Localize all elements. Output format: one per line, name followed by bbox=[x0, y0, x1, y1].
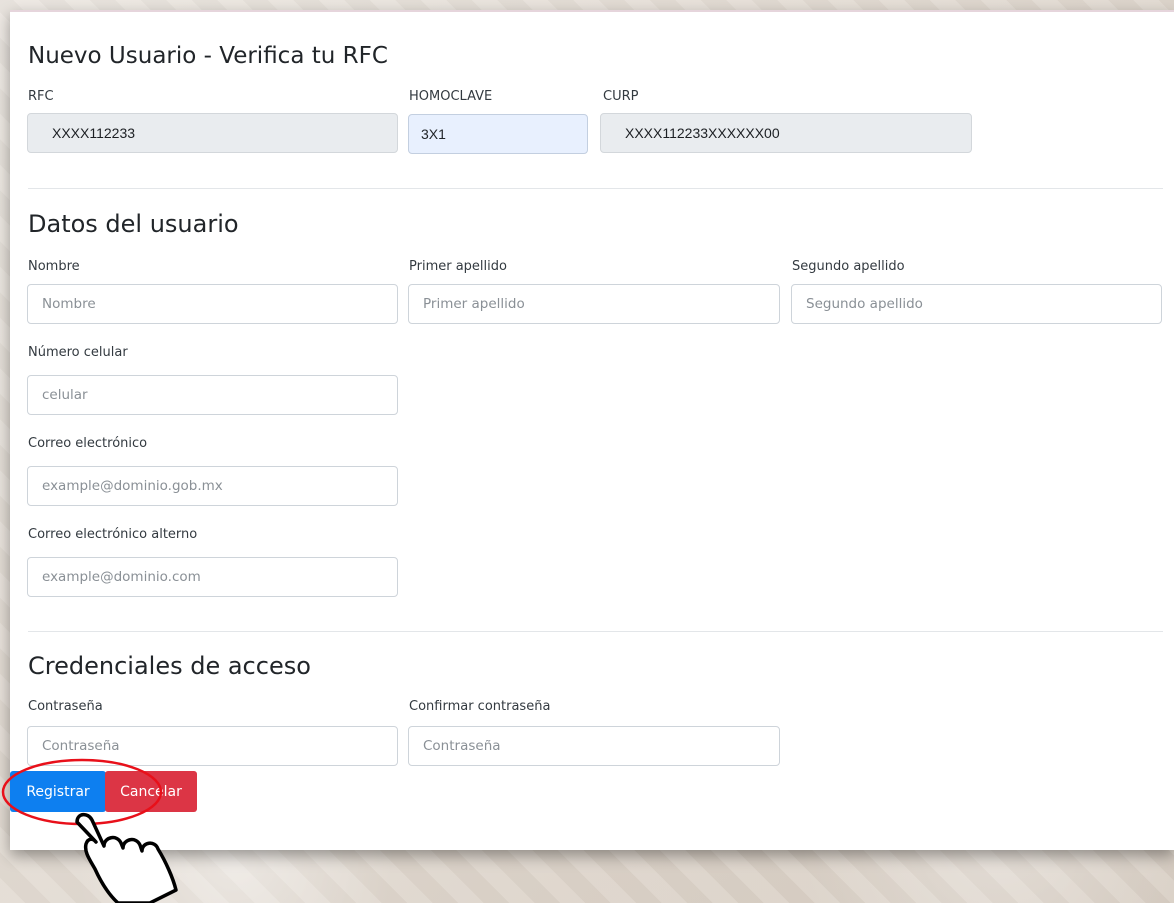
section-divider bbox=[28, 631, 1163, 632]
password-label: Contraseña bbox=[28, 699, 103, 714]
credentials-heading: Credenciales de acceso bbox=[28, 652, 311, 680]
section-divider bbox=[28, 188, 1163, 189]
user-data-heading: Datos del usuario bbox=[28, 210, 239, 238]
confirm-password-label: Confirmar contraseña bbox=[409, 699, 551, 714]
primer-apellido-input[interactable] bbox=[408, 284, 780, 324]
correo-alterno-input[interactable] bbox=[27, 557, 398, 597]
registration-card: Nuevo Usuario - Verifica tu RFC RFC HOMO… bbox=[10, 10, 1174, 850]
register-button[interactable]: Registrar bbox=[10, 771, 106, 812]
homoclave-label: HOMOCLAVE bbox=[409, 89, 493, 104]
correo-alterno-label: Correo electrónico alterno bbox=[28, 527, 198, 542]
curp-label: CURP bbox=[603, 89, 639, 104]
primer-apellido-label: Primer apellido bbox=[409, 259, 507, 274]
curp-field bbox=[600, 113, 972, 153]
cancel-button[interactable]: Cancelar bbox=[105, 771, 197, 812]
homoclave-field[interactable] bbox=[408, 114, 588, 154]
celular-input[interactable] bbox=[27, 375, 398, 415]
segundo-apellido-label: Segundo apellido bbox=[792, 259, 905, 274]
celular-label: Número celular bbox=[28, 345, 128, 360]
nombre-label: Nombre bbox=[28, 259, 80, 274]
nombre-input[interactable] bbox=[27, 284, 398, 324]
password-input[interactable] bbox=[27, 726, 398, 766]
confirm-password-input[interactable] bbox=[408, 726, 780, 766]
rfc-label: RFC bbox=[28, 89, 54, 104]
segundo-apellido-input[interactable] bbox=[791, 284, 1162, 324]
page-title: Nuevo Usuario - Verifica tu RFC bbox=[28, 43, 388, 69]
correo-input[interactable] bbox=[27, 466, 398, 506]
correo-label: Correo electrónico bbox=[28, 436, 148, 451]
rfc-field bbox=[27, 113, 398, 153]
